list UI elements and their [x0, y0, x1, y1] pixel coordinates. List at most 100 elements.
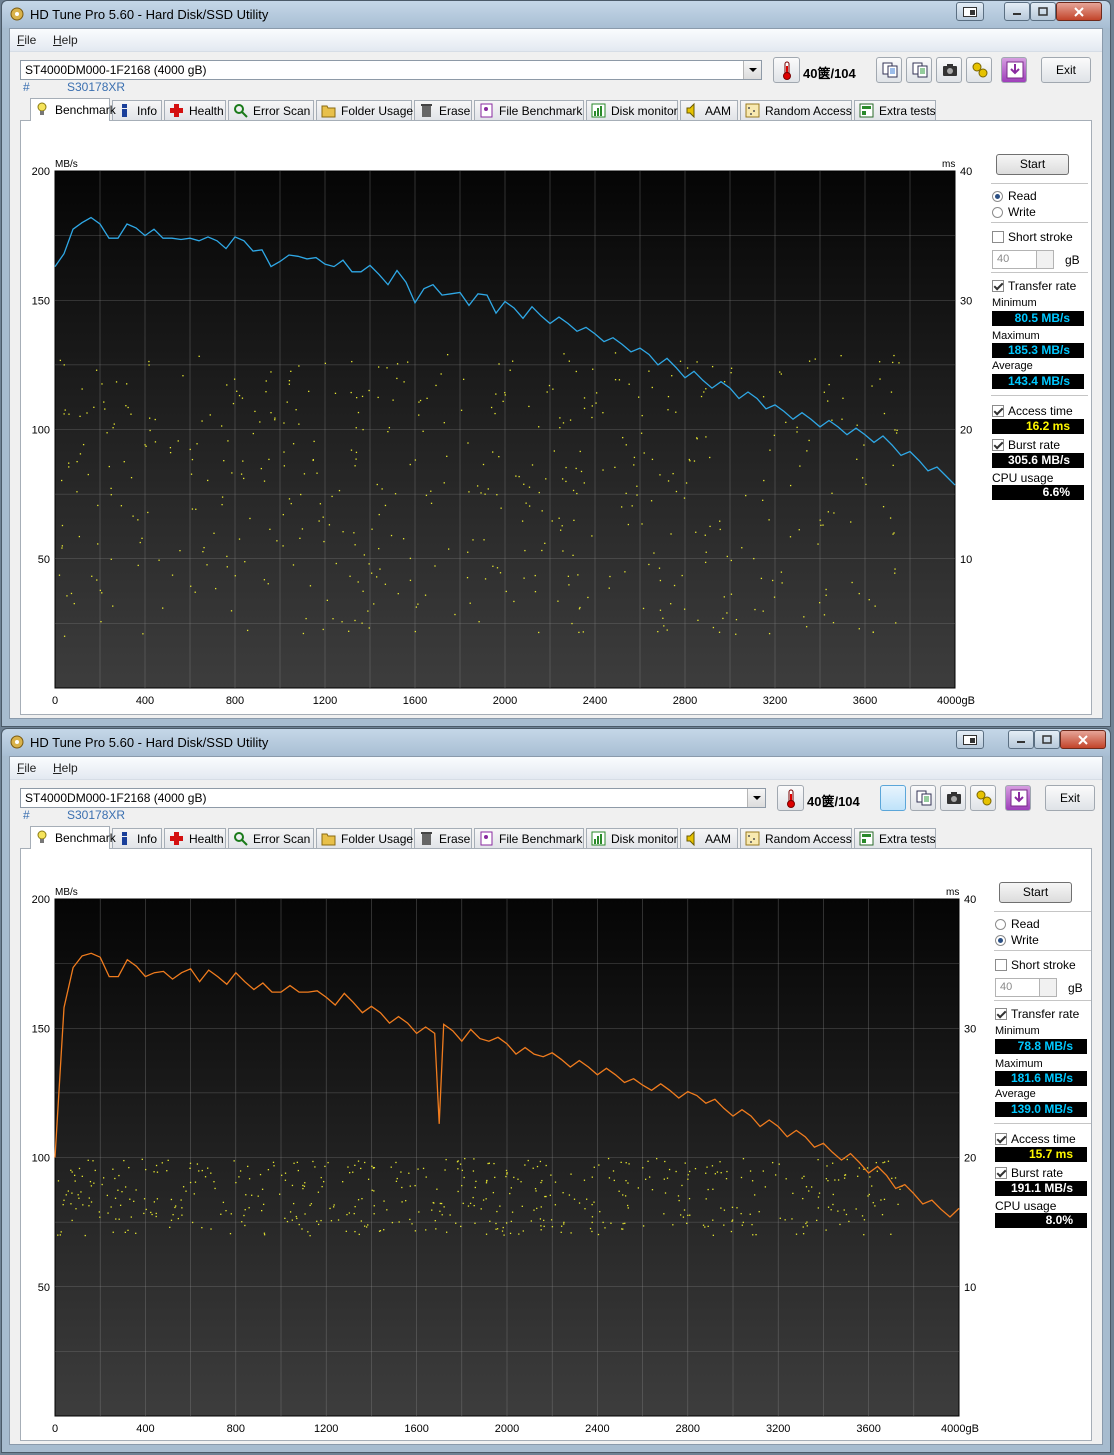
minimize-button[interactable]	[1008, 730, 1034, 749]
tab-health[interactable]: Health	[164, 100, 226, 120]
minimize-button[interactable]	[1004, 2, 1030, 21]
copy-text-button[interactable]	[876, 57, 902, 83]
access-time-point	[280, 1174, 283, 1176]
access-time-point	[522, 1230, 524, 1232]
spinner-arrows-icon[interactable]	[1036, 251, 1053, 268]
access-time-point	[896, 429, 898, 432]
access-time-point	[731, 1219, 734, 1221]
temperature-button[interactable]	[777, 785, 804, 811]
y2-tick-label: 30	[964, 1023, 976, 1035]
chevron-down-icon[interactable]	[743, 61, 761, 79]
access-time-checkbox[interactable]	[992, 405, 1004, 417]
menu-help[interactable]: Help	[53, 761, 78, 775]
options-button[interactable]	[966, 57, 992, 83]
tab-extra-tests[interactable]: Extra tests	[854, 100, 936, 120]
burst-rate-checkbox[interactable]	[995, 1167, 1007, 1179]
access-time-point	[96, 579, 98, 581]
screenshot-camera-button[interactable]	[940, 785, 966, 811]
tab-error-scan[interactable]: Error Scan	[228, 100, 314, 120]
title-bar[interactable]: HD Tune Pro 5.60 - Hard Disk/SSD Utility	[2, 729, 1110, 756]
tab-error-scan[interactable]: Error Scan	[228, 828, 314, 848]
screenshot-button[interactable]	[956, 730, 984, 749]
temperature-button[interactable]	[773, 57, 800, 83]
access-time-point	[182, 375, 184, 377]
lightbulb-icon	[37, 830, 47, 843]
close-button[interactable]	[1060, 730, 1106, 749]
tab-random-access[interactable]: Random Access	[740, 828, 852, 848]
tab-aam[interactable]: AAM	[680, 100, 738, 120]
read-radio[interactable]	[995, 919, 1006, 930]
start-button[interactable]: Start	[996, 154, 1069, 175]
tab-erase[interactable]: Erase	[414, 100, 472, 120]
read-radio[interactable]	[992, 191, 1003, 202]
maximize-button[interactable]	[1030, 2, 1056, 21]
tab-erase[interactable]: Erase	[414, 828, 472, 848]
access-time-point	[298, 423, 300, 425]
tab-extra-tests[interactable]: Extra tests	[854, 828, 936, 848]
tab-folder-usage[interactable]: Folder Usage	[316, 100, 413, 120]
access-time-point	[282, 513, 284, 516]
access-time-point	[633, 464, 635, 466]
tab-benchmark[interactable]: Benchmark	[30, 826, 116, 849]
access-time-point	[282, 545, 284, 547]
close-button[interactable]	[1056, 2, 1102, 21]
tab-benchmark[interactable]: Benchmark	[30, 98, 116, 121]
drive-select[interactable]: ST4000DM000-1F2168 (4000 gB)	[20, 60, 762, 80]
tab-info[interactable]: Info	[112, 828, 162, 848]
tab-info[interactable]: Info	[112, 100, 162, 120]
copy-all-button[interactable]	[906, 57, 932, 83]
exit-button[interactable]: Exit	[1045, 785, 1095, 811]
options-button[interactable]	[970, 785, 996, 811]
transfer-rate-checkbox[interactable]	[992, 280, 1004, 292]
access-time-point	[314, 1166, 316, 1168]
tab-disk-monitor[interactable]: Disk monitor	[586, 828, 678, 848]
tab-aam[interactable]: AAM	[680, 828, 738, 848]
title-bar[interactable]: HD Tune Pro 5.60 - Hard Disk/SSD Utility	[2, 1, 1110, 28]
menu-help[interactable]: Help	[53, 33, 78, 47]
tab-folder-usage[interactable]: Folder Usage	[316, 828, 413, 848]
access-time-point	[112, 1231, 114, 1233]
menu-file[interactable]: File	[17, 761, 36, 775]
access-time-point	[379, 1229, 382, 1232]
tab-label: AAM	[705, 104, 732, 118]
access-time-point	[120, 505, 123, 507]
write-radio[interactable]	[995, 935, 1006, 946]
exit-button[interactable]: Exit	[1041, 57, 1091, 83]
chevron-down-icon[interactable]	[747, 789, 765, 807]
access-time-point	[220, 1213, 222, 1215]
burst-rate-checkbox[interactable]	[992, 439, 1004, 451]
access-time-point	[419, 399, 422, 402]
access-time-point	[124, 1231, 126, 1234]
access-time-point	[719, 528, 721, 531]
short-stroke-checkbox[interactable]	[992, 231, 1004, 243]
access-time-point	[346, 1213, 348, 1216]
spinner-arrows-icon[interactable]	[1039, 979, 1056, 996]
access-time-point	[496, 1210, 498, 1213]
transfer-rate-checkbox[interactable]	[995, 1008, 1007, 1020]
screenshot-camera-button[interactable]	[936, 57, 962, 83]
access-time-point	[503, 1234, 505, 1236]
access-time-point	[569, 419, 572, 421]
start-button[interactable]: Start	[999, 882, 1072, 903]
screenshot-button[interactable]	[956, 2, 984, 21]
short-stroke-checkbox[interactable]	[995, 959, 1007, 971]
write-radio[interactable]	[992, 207, 1003, 218]
short-stroke-input[interactable]: 40	[992, 250, 1054, 269]
short-stroke-input[interactable]: 40	[995, 978, 1057, 997]
access-time-checkbox[interactable]	[995, 1133, 1007, 1145]
tab-random-access[interactable]: Random Access	[740, 100, 852, 120]
save-button[interactable]	[1001, 57, 1027, 83]
copy-text-button[interactable]	[880, 785, 906, 811]
y2-tick-label: 40	[964, 894, 976, 906]
tab-file-benchmark[interactable]: File Benchmark	[474, 100, 584, 120]
save-button[interactable]	[1005, 785, 1031, 811]
access-time-point	[482, 1199, 485, 1201]
copy-all-button[interactable]	[910, 785, 936, 811]
access-time-point	[302, 1184, 304, 1187]
maximize-button[interactable]	[1034, 730, 1060, 749]
tab-health[interactable]: Health	[164, 828, 226, 848]
tab-file-benchmark[interactable]: File Benchmark	[474, 828, 584, 848]
tab-disk-monitor[interactable]: Disk monitor	[586, 100, 678, 120]
menu-file[interactable]: File	[17, 33, 36, 47]
drive-select[interactable]: ST4000DM000-1F2168 (4000 gB)	[20, 788, 766, 808]
